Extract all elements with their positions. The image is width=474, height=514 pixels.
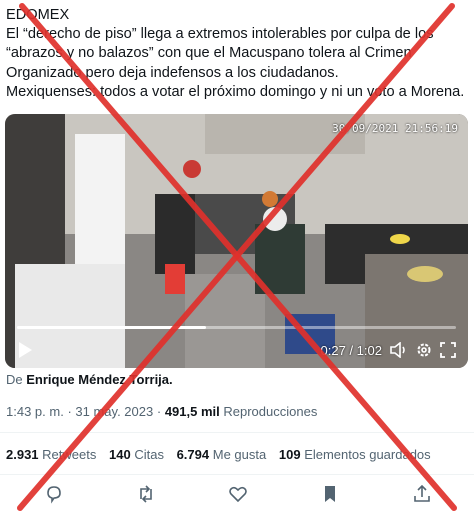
view-count: 491,5 mil [164,404,220,419]
tweet-text: EDOMEX El “derecho de piso” llega a extr… [6,6,468,102]
tweet-line: Mexiquenses: todos a votar el próximo do… [6,83,465,100]
video-frame [5,114,468,368]
tweet-line: El “derecho de piso” llega a extremos in… [6,26,434,43]
tweet-meta: 1:43 p. m. · 31 may. 2023 · 491,5 mil Re… [6,404,317,419]
meta-separator: · [67,404,72,419]
meta-separator: · [156,404,162,419]
bookmarks-stat[interactable]: 109 Elementos guardados [279,447,431,462]
share-icon[interactable] [412,484,432,509]
action-bar [0,484,474,508]
author-name[interactable]: Enrique Méndez Torrija. [26,372,172,387]
likes-stat[interactable]: 6.794 Me gusta [177,447,267,462]
retweets-stat[interactable]: 2.931 Retweets [6,447,96,462]
bookmarks-count: 109 [278,447,301,462]
video-time: 0:27 / 1:02 [320,343,382,358]
divider [0,474,474,475]
play-icon[interactable] [17,341,33,359]
reply-icon[interactable] [44,484,64,509]
fullscreen-icon[interactable] [440,342,456,358]
tweet-line: “abrazos y no balazos” con que el Macusp… [6,45,412,62]
tweet-line: Organizado pero deja indefensos a los ci… [6,64,339,81]
heart-icon[interactable] [228,484,248,509]
volume-icon[interactable] [390,342,408,358]
tweet-line: EDOMEX [6,7,70,23]
video-controls: 0:27 / 1:02 [5,332,468,368]
video-player[interactable]: 30/09/2021 21:56:19 0:27 / 1:02 [5,114,468,368]
tweet-date[interactable]: 31 may. 2023 [75,404,153,419]
bookmark-icon[interactable] [320,484,340,509]
likes-count: 6.794 [176,447,210,462]
video-timestamp: 30/09/2021 21:56:19 [332,122,458,135]
retweets-label: Retweets [42,447,97,462]
bookmarks-label: Elementos guardados [304,447,431,462]
view-label: Reproducciones [223,404,318,419]
video-progress-bar[interactable] [17,326,456,329]
quotes-label: Citas [134,447,164,462]
gear-icon[interactable] [416,342,432,358]
author-credit: De Enrique Méndez Torrija. [6,372,173,387]
tweet-time[interactable]: 1:43 p. m. [6,404,64,419]
retweets-count: 2.931 [6,447,39,462]
quotes-stat[interactable]: 140 Citas [109,447,164,462]
retweet-icon[interactable] [136,484,156,509]
likes-label: Me gusta [212,447,267,462]
divider [0,432,474,433]
tweet-stats: 2.931 Retweets 140 Citas 6.794 Me gusta … [6,447,440,462]
video-progress-fill [17,326,206,329]
quotes-count: 140 [109,447,131,462]
author-prefix: De [6,372,23,387]
